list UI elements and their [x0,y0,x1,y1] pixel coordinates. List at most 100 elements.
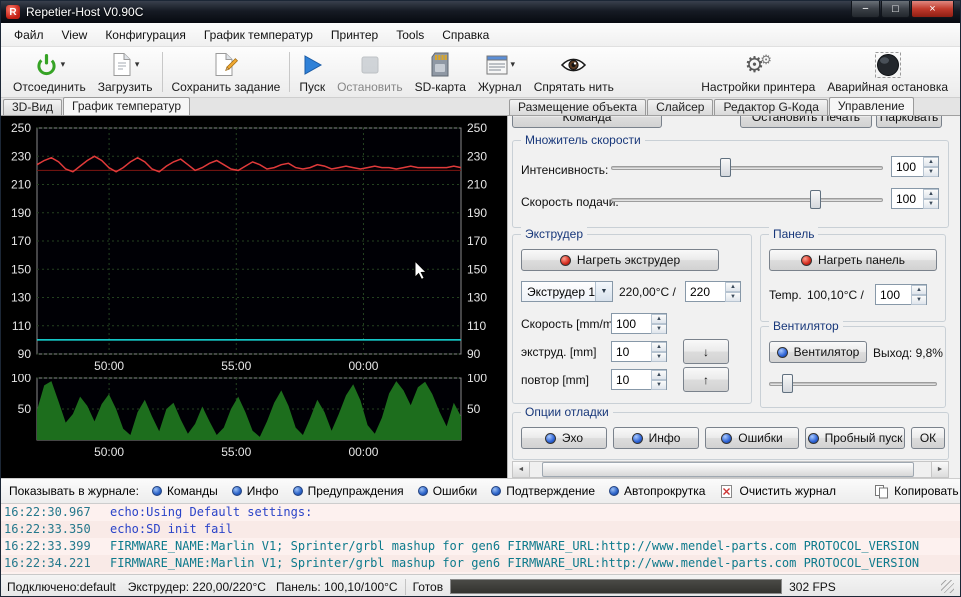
spin-down-icon[interactable]: ▼ [651,352,666,362]
toggle-commands[interactable]: Команды [145,482,225,500]
park-button-partial[interactable]: Парковать [876,116,942,128]
sd-card-button[interactable]: SD-карта [409,48,472,96]
load-button[interactable]: ▾ Загрузить [92,48,159,96]
spin-up-icon[interactable]: ▲ [923,157,938,167]
slider-thumb[interactable] [782,374,793,393]
close-button[interactable]: × [911,1,954,18]
extrude-length-spinner[interactable]: 10 ▲▼ [611,341,667,362]
arrow-up-icon: ↑ [703,373,709,387]
tab-object-placement[interactable]: Размещение объекта [509,99,646,115]
menu-help[interactable]: Справка [433,25,498,45]
spin-up-icon[interactable]: ▲ [911,285,926,295]
extrude-speed-spinner[interactable]: 100 ▲▼ [611,313,667,334]
extrude-length-label: экструд. [mm] [521,345,596,359]
tab-3d-view[interactable]: 3D-Вид [3,99,62,115]
feed-rate-label: Скорость подачи: [521,195,619,209]
toggle-warnings[interactable]: Предупраждения [286,482,411,500]
svg-text:210: 210 [11,178,31,192]
extruder-select[interactable]: Экструдер 1 ▼ [521,281,613,302]
flow-rate-spinner[interactable]: 100 ▲▼ [891,156,939,177]
tab-control[interactable]: Управление [829,97,914,115]
horizontal-scrollbar[interactable]: ◄ ► [512,461,949,478]
spin-up-icon[interactable]: ▲ [725,282,740,292]
clear-log-button[interactable]: Очистить журнал [712,482,843,501]
power-icon [34,52,59,77]
spin-down-icon[interactable]: ▼ [651,324,666,334]
heat-extruder-button[interactable]: Нагреть экструдер [521,249,719,271]
retract-length-spinner[interactable]: 10 ▲▼ [611,369,667,390]
resize-grip-icon[interactable] [941,580,954,593]
toggle-errors[interactable]: Ошибки [411,482,485,500]
log-button[interactable]: ▾ Журнал [472,48,528,96]
ok-button[interactable]: ОК [911,427,945,449]
log-view[interactable]: 16:22:30.967 echo:Using Default settings… [1,504,960,574]
toggle-autoscroll[interactable]: Автопрокрутка [602,482,712,500]
toolbar-separator [162,52,163,92]
chevron-down-icon[interactable]: ▾ [135,59,140,70]
emergency-stop-button[interactable]: Аварийная остановка [821,48,954,96]
menu-tools[interactable]: Tools [387,25,433,45]
heat-bed-button[interactable]: Нагреть панель [769,249,937,271]
svg-text:250: 250 [11,121,31,135]
printer-settings-button[interactable]: ⚙ ⚙ Настройки принтера [695,48,821,96]
feed-rate-slider[interactable] [611,189,883,210]
spin-down-icon[interactable]: ▼ [911,295,926,305]
retract-up-button[interactable]: ↑ [683,367,729,392]
titlebar[interactable]: R Repetier-Host V0.90C − □ × [1,1,960,23]
spin-down-icon[interactable]: ▼ [651,380,666,390]
debug-errors-button[interactable]: Ошибки [705,427,799,449]
hide-filament-button[interactable]: Спрятать нить [528,48,620,96]
debug-echo-button[interactable]: Эхо [521,427,607,449]
scrollbar-thumb[interactable] [542,462,914,477]
menu-file[interactable]: Файл [5,25,53,45]
slider-thumb[interactable] [810,190,821,209]
scroll-left-icon[interactable]: ◄ [513,462,530,477]
chevron-down-icon[interactable]: ▾ [511,59,516,70]
chevron-down-icon[interactable]: ▾ [61,59,66,70]
stop-button[interactable]: Остановить [331,48,409,96]
spin-up-icon[interactable]: ▲ [651,342,666,352]
extruder-target-spinner[interactable]: 220 ▲▼ [685,281,741,302]
spin-down-icon[interactable]: ▼ [923,167,938,177]
slider-thumb[interactable] [720,158,731,177]
menu-config[interactable]: Конфигурация [96,25,195,45]
main-toolbar: ▾ Отсоединить ▾ Загрузить [1,47,960,98]
scroll-right-icon[interactable]: ► [931,462,948,477]
disconnect-button[interactable]: ▾ Отсоединить [7,48,92,96]
stop-print-button-partial[interactable]: Остановить Печать [740,116,872,128]
toggle-info[interactable]: Инфо [225,482,286,500]
toggle-led-icon [808,433,819,444]
left-tab-bar: 3D-Вид График температур [1,98,507,116]
menu-printer[interactable]: Принтер [322,25,387,45]
toggle-ack[interactable]: Подтверждение [484,482,602,500]
tab-gcode-editor[interactable]: Редактор G-Кода [714,99,827,115]
scrollbar-track[interactable] [530,462,931,477]
fan-speed-slider[interactable] [769,373,937,394]
menu-temp-graph[interactable]: График температур [195,25,322,45]
clear-log-icon [719,484,734,499]
spin-down-icon[interactable]: ▼ [725,292,740,302]
spin-down-icon[interactable]: ▼ [923,199,938,209]
run-button[interactable]: Пуск [293,48,331,96]
extrude-down-button[interactable]: ↓ [683,339,729,364]
spin-up-icon[interactable]: ▲ [923,189,938,199]
svg-text:190: 190 [467,206,487,220]
bed-target-spinner[interactable]: 100 ▲▼ [875,284,927,305]
feed-rate-spinner[interactable]: 100 ▲▼ [891,188,939,209]
flow-rate-slider[interactable] [611,157,883,178]
copy-button[interactable]: Копировать [867,482,961,501]
command-button-partial[interactable]: Команда [512,116,662,128]
minimize-button[interactable]: − [851,1,880,18]
tab-temp-graph[interactable]: График температур [63,97,190,115]
spin-up-icon[interactable]: ▲ [651,314,666,324]
tab-slicer[interactable]: Слайсер [647,99,713,115]
save-job-button[interactable]: Сохранить задание [166,48,287,96]
maximize-button[interactable]: □ [881,1,910,18]
fan-toggle-button[interactable]: Вентилятор [769,341,867,363]
status-connection: Подключено:default [7,580,116,594]
debug-dry-run-button[interactable]: Пробный пуск [805,427,905,449]
debug-info-button[interactable]: Инфо [613,427,699,449]
combo-arrow-icon[interactable]: ▼ [595,282,612,301]
menu-view[interactable]: View [53,25,97,45]
spin-up-icon[interactable]: ▲ [651,370,666,380]
